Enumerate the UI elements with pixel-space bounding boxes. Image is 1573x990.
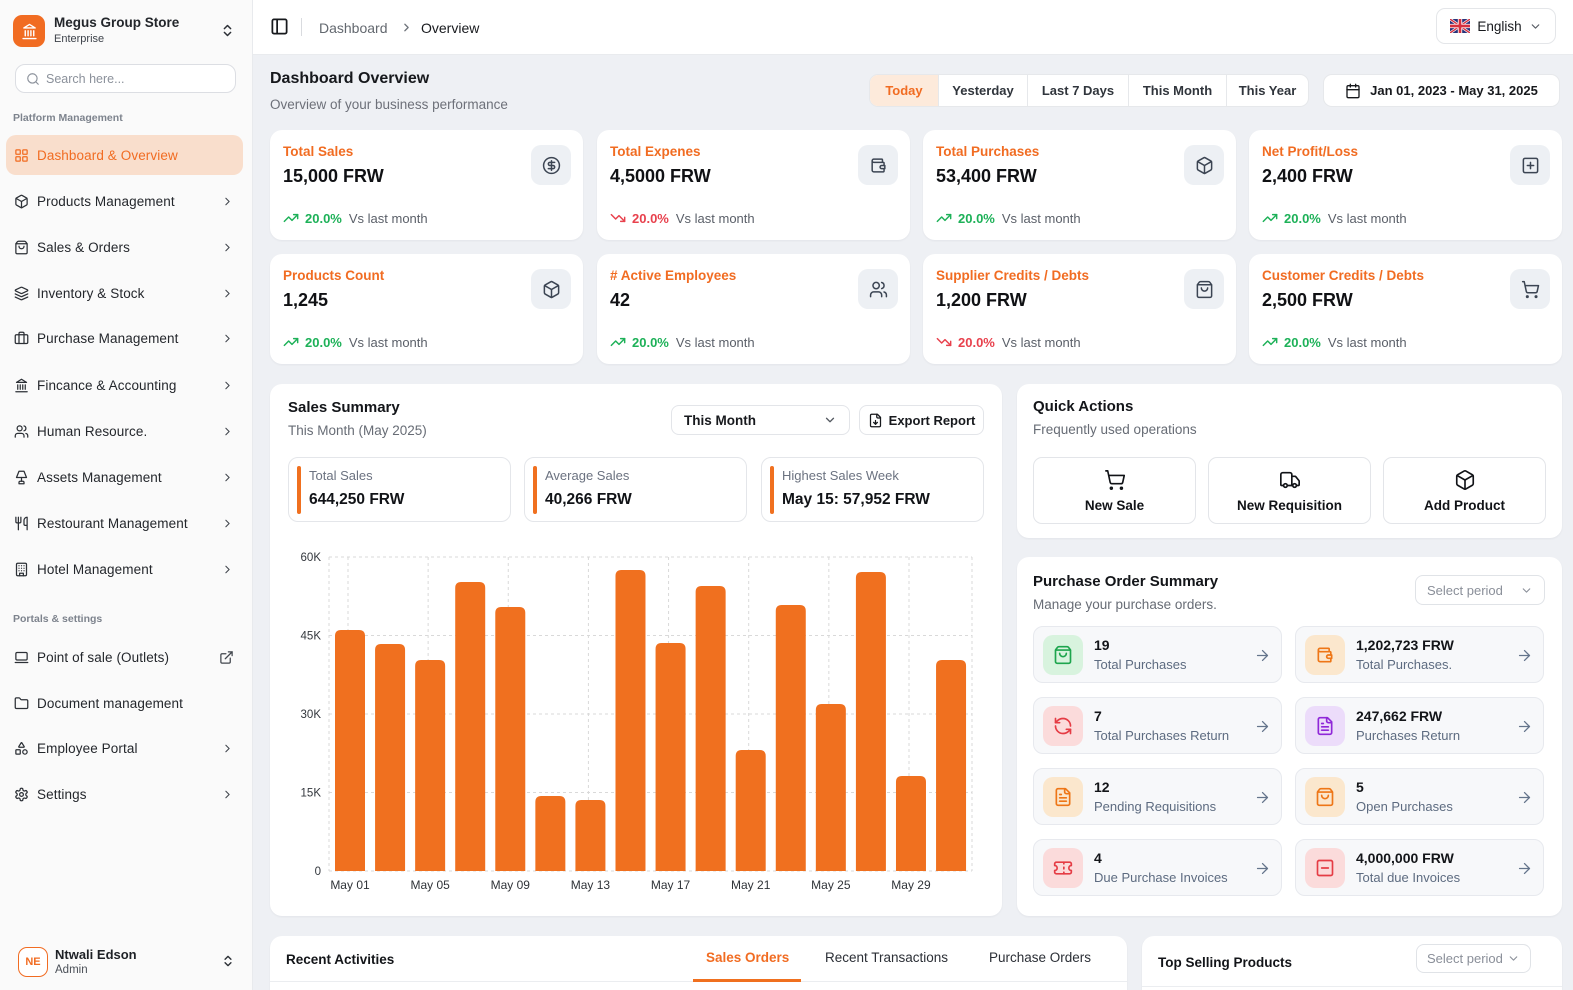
svg-text:May 21: May 21 bbox=[731, 878, 771, 892]
svg-text:May 17: May 17 bbox=[651, 878, 691, 892]
svg-text:60K: 60K bbox=[301, 552, 322, 564]
svg-text:15K: 15K bbox=[301, 788, 322, 800]
svg-text:45K: 45K bbox=[301, 631, 322, 643]
svg-text:May 05: May 05 bbox=[410, 878, 450, 892]
svg-text:May 09: May 09 bbox=[491, 878, 531, 892]
svg-text:0: 0 bbox=[315, 866, 321, 878]
svg-text:May 29: May 29 bbox=[891, 878, 931, 892]
svg-text:30K: 30K bbox=[301, 709, 322, 721]
svg-text:May 25: May 25 bbox=[811, 878, 851, 892]
svg-text:May 01: May 01 bbox=[330, 878, 370, 892]
svg-text:May 13: May 13 bbox=[571, 878, 611, 892]
